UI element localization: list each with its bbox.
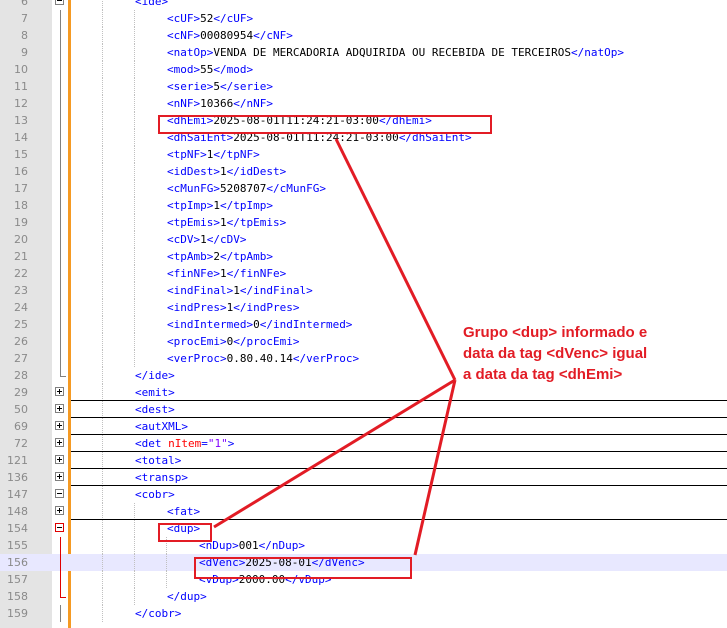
callout-arrows xyxy=(213,138,457,556)
annotation-line-1: Grupo <dup> informado e xyxy=(463,324,648,341)
annotation-line-3: a data da tag <dhEmi> xyxy=(463,366,623,383)
arrow-to-dup xyxy=(213,378,456,529)
arrow-to-dvenc xyxy=(413,379,457,556)
arrow-to-dhemi xyxy=(334,138,457,381)
annotation-line-2: data da tag <dVenc> igual xyxy=(463,345,648,362)
annotation-callout: Grupo <dup> informado e data da tag <dVe… xyxy=(463,322,713,385)
